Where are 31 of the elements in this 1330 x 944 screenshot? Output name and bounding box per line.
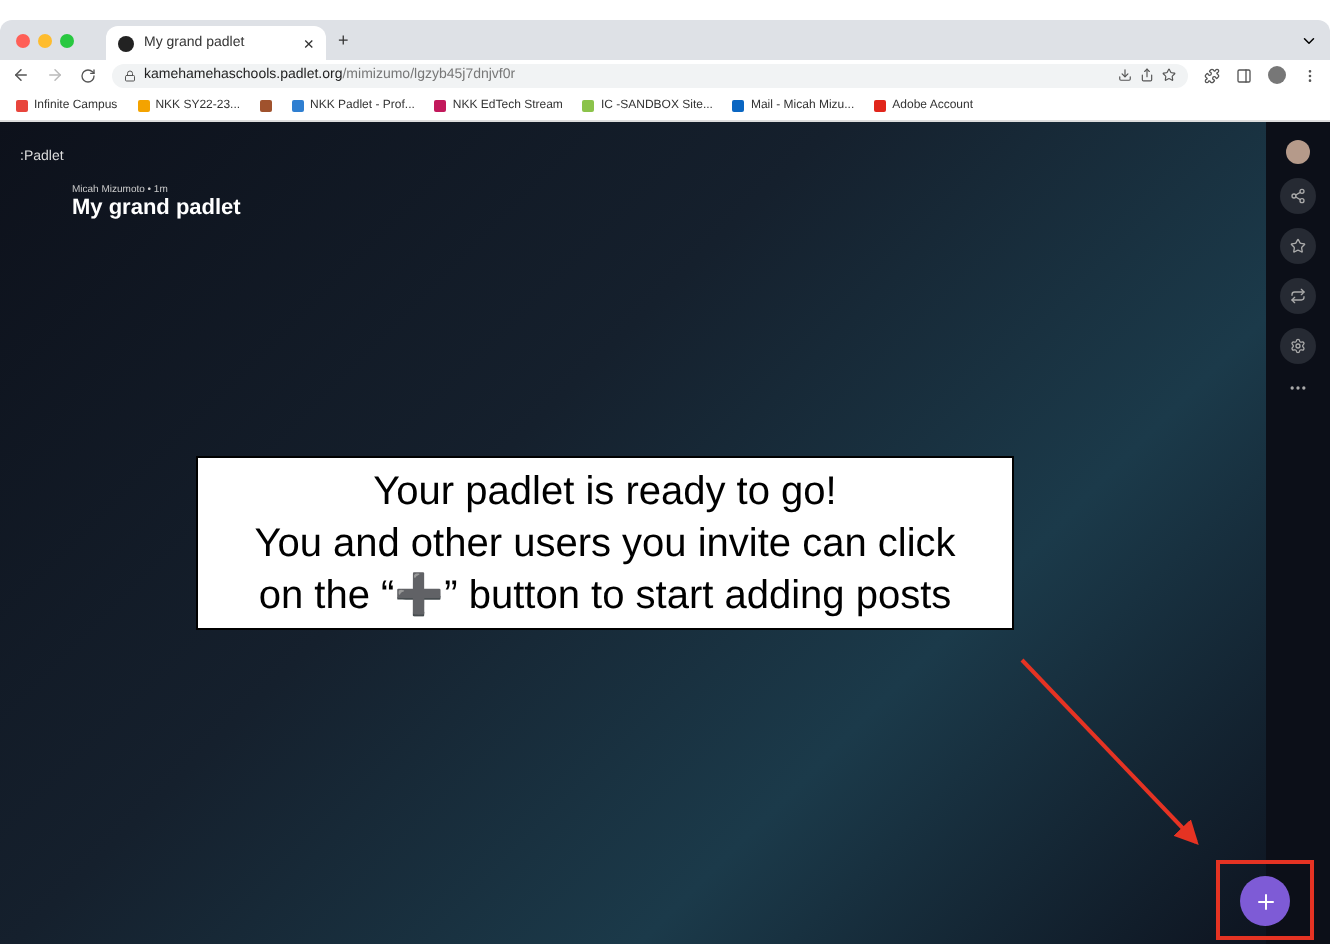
share-button[interactable] — [1280, 178, 1316, 214]
lock-icon — [124, 69, 136, 81]
favicon-icon — [118, 35, 134, 51]
callout-text: on the “➕” button to start adding posts — [258, 570, 952, 621]
extensions-icon[interactable] — [1204, 67, 1220, 83]
close-dot-icon — [16, 33, 30, 47]
bookmark-icon[interactable] — [260, 99, 273, 111]
star-button[interactable] — [1280, 228, 1316, 264]
user-avatar-icon[interactable] — [1286, 140, 1310, 164]
back-icon[interactable] — [12, 66, 30, 84]
tab-close-button[interactable]: × — [303, 33, 314, 53]
settings-button[interactable] — [1280, 328, 1316, 364]
remake-button[interactable] — [1280, 278, 1316, 314]
callout-text: Your padlet is ready to go! — [373, 467, 837, 517]
minimize-dot-icon — [38, 33, 52, 47]
star-icon — [1290, 238, 1306, 254]
share-icon — [1290, 188, 1306, 204]
profile-avatar-icon[interactable] — [1268, 66, 1286, 84]
settings-icon — [1290, 338, 1306, 354]
plus-icon — [1253, 889, 1277, 913]
maximize-dot-icon — [60, 33, 74, 47]
install-icon[interactable] — [1118, 68, 1132, 82]
padlet-title: My grand padlet — [72, 196, 243, 220]
side-panel-icon[interactable] — [1236, 67, 1252, 83]
share-icon[interactable] — [1140, 68, 1154, 82]
new-tab-button[interactable]: + — [338, 30, 349, 50]
callout-text: You and other users you invite can click — [254, 519, 956, 569]
highlight-frame — [1216, 860, 1314, 940]
reload-icon[interactable] — [80, 67, 96, 83]
repeat-icon — [1290, 288, 1306, 304]
bookmark-star-icon[interactable] — [1162, 68, 1176, 82]
